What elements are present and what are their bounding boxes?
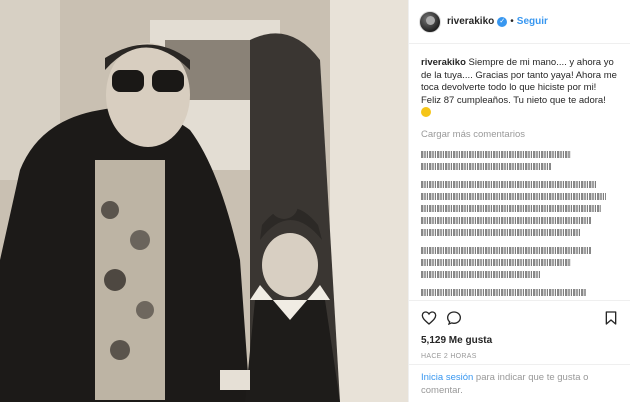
blurred-comment-line bbox=[421, 216, 591, 224]
post-sidebar: riverakiko ✓ • Seguir riverakiko Siempre… bbox=[408, 0, 630, 402]
blurred-comment-line bbox=[421, 258, 571, 266]
post-photo bbox=[0, 0, 408, 402]
blurred-comment-line bbox=[421, 150, 571, 158]
login-link[interactable]: Inicia sesión bbox=[421, 372, 473, 383]
post-header: riverakiko ✓ • Seguir bbox=[409, 0, 630, 44]
verified-icon: ✓ bbox=[497, 16, 508, 27]
heart-icon[interactable] bbox=[421, 310, 437, 326]
blurred-comment-line bbox=[421, 180, 596, 188]
post-actions: 5,129 Me gusta HACE 2 HORAS bbox=[409, 300, 630, 360]
caption-username[interactable]: riverakiko bbox=[421, 57, 466, 68]
blurred-comment-line bbox=[421, 162, 551, 170]
username-link[interactable]: riverakiko bbox=[447, 16, 494, 27]
post-caption: riverakiko Siempre de mi mano.... y ahor… bbox=[409, 44, 630, 121]
vintage-photo-illustration bbox=[0, 0, 408, 402]
follow-button[interactable]: Seguir bbox=[517, 16, 548, 27]
blurred-comment-line bbox=[421, 192, 606, 200]
pixelated-comments bbox=[409, 140, 630, 296]
login-prompt: Inicia sesión para indicar que te gusta … bbox=[409, 364, 630, 402]
comment-icon[interactable] bbox=[446, 310, 462, 326]
blurred-comment-line bbox=[421, 228, 581, 236]
avatar[interactable] bbox=[419, 10, 441, 33]
blurred-comment-line bbox=[421, 246, 591, 254]
blurred-comment-line bbox=[421, 204, 601, 212]
blurred-comment-line bbox=[421, 288, 586, 296]
wink-emoji-icon bbox=[421, 107, 431, 117]
post-timestamp: HACE 2 HORAS bbox=[421, 353, 477, 360]
separator-dot: • bbox=[510, 16, 514, 27]
load-more-comments-link[interactable]: Cargar más comentarios bbox=[409, 121, 630, 140]
likes-count[interactable]: 5,129 Me gusta bbox=[421, 335, 619, 346]
bookmark-icon[interactable] bbox=[603, 310, 619, 326]
blurred-comment-line bbox=[421, 270, 541, 278]
